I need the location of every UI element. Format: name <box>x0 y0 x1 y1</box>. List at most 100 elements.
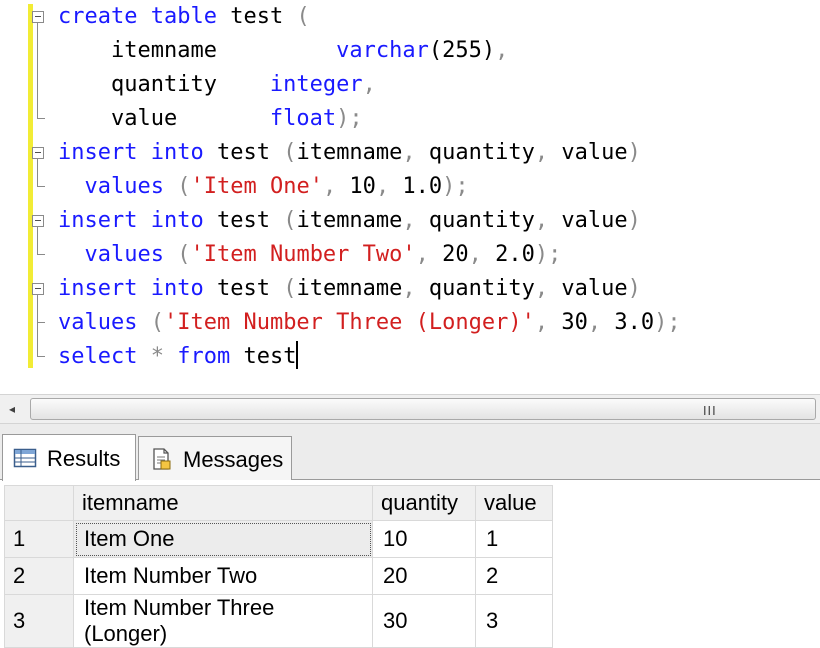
tab-messages[interactable]: Messages <box>138 436 292 480</box>
cell-value[interactable]: 2 <box>475 557 553 595</box>
grid-header-row: itemname quantity value <box>4 485 553 521</box>
sql-operator: , <box>375 174 390 199</box>
sql-text: 20 <box>428 242 469 267</box>
outline-line <box>37 159 38 186</box>
sql-text: test <box>216 4 297 29</box>
collapse-block-icon[interactable] <box>32 11 44 23</box>
sql-operator: , <box>402 276 416 301</box>
change-tracking-bar <box>28 4 33 368</box>
sql-operator: , <box>402 140 416 165</box>
code-line[interactable]: insert into test (itemname, quantity, va… <box>58 204 681 238</box>
code-line[interactable]: values ('Item Number Two', 20, 2.0); <box>58 238 681 272</box>
editor-horizontal-scrollbar[interactable]: ◂ III <box>0 394 820 424</box>
sql-text: quantity <box>415 276 535 301</box>
sql-text: quantity <box>415 140 535 165</box>
cell-quantity[interactable]: 10 <box>372 520 476 558</box>
code-line[interactable]: values ('Item Number Three (Longer)', 30… <box>58 306 681 340</box>
code-line[interactable]: itemname varchar(255), <box>58 34 681 68</box>
row-number[interactable]: 3 <box>4 594 74 648</box>
collapse-block-icon[interactable] <box>32 283 44 295</box>
sql-operator: , <box>402 208 416 233</box>
sql-keyword: into <box>150 276 204 301</box>
sql-editor[interactable]: create table test ( itemname varchar(255… <box>0 0 820 386</box>
cell-itemname[interactable]: Item Number Two <box>73 557 373 595</box>
row-number[interactable]: 1 <box>4 520 74 558</box>
collapse-block-icon[interactable] <box>32 215 44 227</box>
sql-text: itemname <box>296 208 403 233</box>
cell-quantity[interactable]: 30 <box>372 594 476 648</box>
column-header-itemname[interactable]: itemname <box>73 485 373 521</box>
sql-text: 10 <box>336 174 376 199</box>
code-line[interactable]: values ('Item One', 10, 1.0); <box>58 170 681 204</box>
cell-value[interactable]: 3 <box>475 594 553 648</box>
sql-operator: ); <box>534 242 562 267</box>
sql-text: value <box>58 106 270 131</box>
sql-keyword: insert <box>58 276 138 301</box>
sql-text: 2.0 <box>481 242 535 267</box>
tab-results[interactable]: Results <box>2 434 136 481</box>
sql-string: 'Item Number Two' <box>190 242 416 267</box>
sql-operator: ( <box>283 276 297 301</box>
column-header-value[interactable]: value <box>475 485 553 521</box>
code-line[interactable]: select * from test <box>58 340 681 374</box>
sql-code[interactable]: create table test ( itemname varchar(255… <box>58 0 681 374</box>
table-row: 2 Item Number Two 20 2 <box>4 557 553 595</box>
sql-keyword: insert <box>58 208 138 233</box>
sql-string: 'Item Number Three (Longer)' <box>163 310 535 335</box>
cell-value[interactable]: 1 <box>475 520 553 558</box>
column-header-quantity[interactable]: quantity <box>372 485 476 521</box>
tab-results-label: Results <box>47 446 121 471</box>
sql-keyword: float <box>269 106 337 131</box>
sql-operator: ( <box>177 242 191 267</box>
grid-corner-cell[interactable] <box>4 485 74 521</box>
code-line[interactable]: insert into test (itemname, quantity, va… <box>58 272 681 306</box>
sql-operator: , <box>587 310 602 335</box>
sql-operator: ) <box>627 276 641 301</box>
code-line[interactable]: create table test ( <box>58 0 681 34</box>
sql-text: test <box>230 344 297 369</box>
sql-text: quantity <box>58 72 270 97</box>
sql-operator: ) <box>627 208 641 233</box>
outline-end-tick <box>37 254 45 255</box>
sql-text: itemname <box>58 38 337 63</box>
code-line[interactable]: value float); <box>58 102 681 136</box>
sql-keyword: from <box>177 344 231 369</box>
collapse-block-icon[interactable] <box>32 147 44 159</box>
sql-text: quantity <box>415 208 535 233</box>
sql-operator: , <box>534 208 549 233</box>
sql-keyword: into <box>150 140 204 165</box>
sql-operator: , <box>362 72 376 97</box>
scroll-left-arrow-icon[interactable]: ◂ <box>2 399 22 419</box>
sql-operator: , <box>534 310 549 335</box>
sql-keyword: integer <box>269 72 363 97</box>
scrollbar-thumb[interactable]: III <box>30 398 816 420</box>
sql-text: 1.0 <box>389 174 443 199</box>
row-number[interactable]: 2 <box>4 557 74 595</box>
sql-operator: ( <box>283 140 297 165</box>
sql-keyword: select <box>58 344 138 369</box>
results-tab-strip: Results Messages <box>0 424 820 481</box>
text-cursor <box>296 341 299 369</box>
cell-quantity[interactable]: 20 <box>372 557 476 595</box>
cell-itemname[interactable]: Item One <box>73 520 373 558</box>
sql-keyword: insert <box>58 140 138 165</box>
results-grid[interactable]: itemname quantity value 1 Item One 10 1 … <box>0 482 820 648</box>
results-table: itemname quantity value 1 Item One 10 1 … <box>4 485 553 648</box>
code-line[interactable]: insert into test (itemname, quantity, va… <box>58 136 681 170</box>
sql-operator: ( <box>283 208 297 233</box>
code-line[interactable]: quantity integer, <box>58 68 681 102</box>
sql-text: value <box>548 140 628 165</box>
sql-text: test <box>203 140 284 165</box>
outline-line <box>37 23 38 119</box>
sql-operator: , <box>534 140 549 165</box>
sql-operator: , <box>534 276 549 301</box>
sql-text: (255) <box>428 38 496 63</box>
cell-itemname[interactable]: Item Number Three (Longer) <box>73 594 373 648</box>
